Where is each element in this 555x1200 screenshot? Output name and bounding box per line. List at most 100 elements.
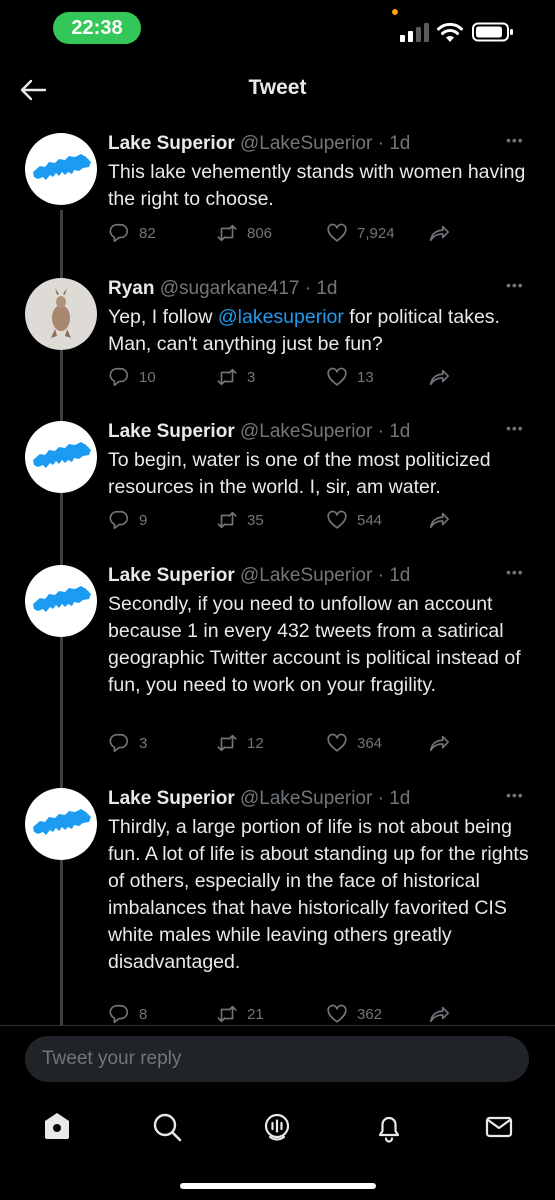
mention-link[interactable]: @lakesuperior: [218, 306, 344, 328]
tweet-item[interactable]: Lake Superior @LakeSuperior · 1d ••• Thi…: [0, 120, 555, 265]
author-handle[interactable]: @LakeSuperior: [240, 565, 372, 586]
retweet-count: 21: [247, 1005, 264, 1023]
reply-count: 9: [139, 511, 148, 529]
reply-divider: [0, 1025, 555, 1026]
like-count: 13: [357, 368, 374, 386]
heart-icon: [327, 733, 347, 752]
more-options-icon[interactable]: •••: [506, 564, 524, 580]
share-button[interactable]: [428, 505, 459, 535]
nav-home[interactable]: [40, 1110, 74, 1144]
more-options-icon[interactable]: •••: [506, 787, 524, 803]
share-button[interactable]: [428, 362, 459, 392]
page-title: Tweet: [248, 76, 307, 99]
retweet-count: 12: [247, 734, 264, 752]
avatar[interactable]: [25, 788, 97, 860]
home-indicator[interactable]: [180, 1183, 376, 1189]
retweet-button[interactable]: 21: [216, 999, 264, 1025]
avatar[interactable]: [25, 278, 97, 350]
wifi-icon: [437, 22, 463, 42]
share-icon: [429, 512, 449, 529]
like-button[interactable]: 362: [326, 999, 382, 1025]
lake-superior-logo-icon: [33, 809, 91, 835]
privacy-indicator-dot: [392, 9, 398, 15]
share-button[interactable]: [428, 218, 459, 248]
lake-superior-logo-icon: [33, 442, 91, 468]
tweet-header: Ryan @sugarkane417 · 1d: [108, 278, 338, 299]
tweet-actions: 10 3 13: [108, 362, 528, 392]
heart-icon: [327, 510, 347, 529]
retweet-icon: [217, 1005, 237, 1023]
retweet-button[interactable]: 806: [216, 218, 272, 248]
like-button[interactable]: 13: [326, 362, 374, 392]
retweet-button[interactable]: 3: [216, 362, 255, 392]
avatar[interactable]: [25, 565, 97, 637]
home-icon: [45, 1113, 69, 1139]
tweet-actions: 82 806 7,924: [108, 218, 528, 248]
messages-icon: [485, 1116, 513, 1138]
reply-count: 82: [139, 224, 156, 242]
like-button[interactable]: 7,924: [326, 218, 395, 248]
tweet-header: Lake Superior @LakeSuperior · 1d: [108, 788, 411, 809]
avatar[interactable]: [25, 421, 97, 493]
author-name[interactable]: Ryan: [108, 278, 154, 299]
nav-messages[interactable]: [482, 1110, 516, 1144]
reply-icon: [109, 510, 129, 530]
nav-notifications[interactable]: [372, 1110, 406, 1144]
tweet-timestamp: 1d: [389, 421, 411, 442]
lake-superior-logo-icon: [33, 586, 91, 612]
avatar[interactable]: [25, 133, 97, 205]
reply-button[interactable]: 82: [108, 218, 156, 248]
retweet-icon: [217, 734, 237, 752]
author-handle[interactable]: @sugarkane417: [160, 278, 300, 299]
spaces-icon: [264, 1113, 290, 1141]
share-icon: [429, 1006, 449, 1023]
more-options-icon[interactable]: •••: [506, 132, 524, 148]
reply-button[interactable]: 10: [108, 362, 156, 392]
heart-icon: [327, 223, 347, 242]
author-name[interactable]: Lake Superior: [108, 788, 235, 809]
author-handle[interactable]: @LakeSuperior: [240, 421, 372, 442]
notifications-icon: [378, 1116, 400, 1143]
like-count: 364: [357, 734, 383, 752]
tweet-actions: 8 21 362: [108, 999, 528, 1025]
tweet-timestamp: 1d: [389, 133, 411, 154]
retweet-count: 3: [247, 368, 256, 386]
tweet-item[interactable]: Lake Superior @LakeSuperior · 1d ••• To …: [0, 408, 555, 552]
share-button[interactable]: [428, 728, 459, 758]
author-handle[interactable]: @LakeSuperior: [240, 788, 372, 809]
tweet-item[interactable]: Ryan @sugarkane417 · 1d ••• Yep, I follo…: [0, 265, 555, 408]
tweet-text: Thirdly, a large portion of life is not …: [108, 814, 538, 976]
reply-icon: [109, 367, 129, 387]
reply-count: 8: [139, 1005, 148, 1023]
tweet-thread: Lake Superior @LakeSuperior · 1d ••• Thi…: [0, 120, 555, 1025]
nav-search[interactable]: [150, 1110, 184, 1144]
retweet-button[interactable]: 12: [216, 728, 264, 758]
tweet-timestamp: 1d: [389, 788, 411, 809]
reply-button[interactable]: 9: [108, 505, 147, 535]
nav-spaces[interactable]: [260, 1110, 294, 1144]
author-name[interactable]: Lake Superior: [108, 565, 235, 586]
bottom-nav: [0, 1100, 555, 1160]
tweet-timestamp: 1d: [389, 565, 411, 586]
tweet-header: Lake Superior @LakeSuperior · 1d: [108, 421, 411, 442]
author-name[interactable]: Lake Superior: [108, 421, 235, 442]
like-button[interactable]: 544: [326, 505, 382, 535]
author-name[interactable]: Lake Superior: [108, 133, 235, 154]
share-button[interactable]: [428, 999, 459, 1025]
like-button[interactable]: 364: [326, 728, 382, 758]
reply-input[interactable]: Tweet your reply: [25, 1036, 529, 1082]
reply-button[interactable]: 3: [108, 728, 147, 758]
reply-icon: [109, 733, 129, 753]
reply-button[interactable]: 8: [108, 999, 147, 1025]
more-options-icon[interactable]: •••: [506, 277, 524, 293]
retweet-button[interactable]: 35: [216, 505, 264, 535]
tweet-text-segment: Yep, I follow: [108, 306, 218, 328]
tweet-text-segment: Thirdly, a large portion of life is not …: [108, 816, 529, 973]
tweet-item[interactable]: Lake Superior @LakeSuperior · 1d ••• Sec…: [0, 552, 555, 775]
tweet-actions: 3 12 364: [108, 728, 528, 758]
author-handle[interactable]: @LakeSuperior: [240, 133, 372, 154]
retweet-count: 806: [247, 224, 273, 242]
more-options-icon[interactable]: •••: [506, 420, 524, 436]
tweet-text: To begin, water is one of the most polit…: [108, 447, 538, 501]
tweet-item[interactable]: Lake Superior @LakeSuperior · 1d ••• Thi…: [0, 775, 555, 1025]
